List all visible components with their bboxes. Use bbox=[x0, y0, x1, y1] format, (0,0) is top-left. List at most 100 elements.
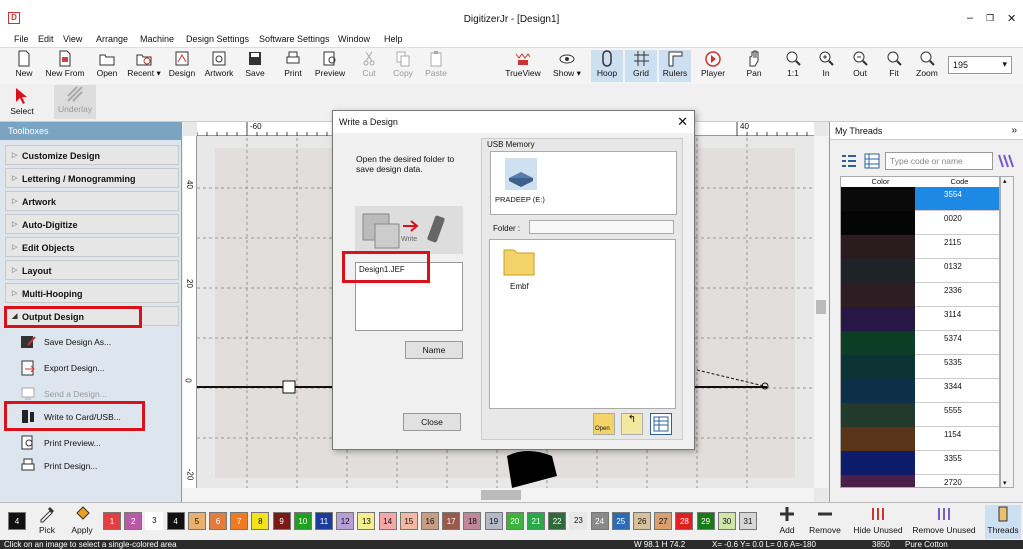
new-from-button[interactable]: New From bbox=[43, 50, 87, 82]
folder-icon[interactable] bbox=[502, 244, 536, 278]
close-icon[interactable]: ✕ bbox=[1007, 12, 1016, 25]
player-button[interactable]: Player bbox=[698, 50, 728, 82]
palette-swatch[interactable]: 27 bbox=[654, 512, 673, 530]
thread-colors-icon[interactable] bbox=[996, 152, 1016, 170]
palette-swatch[interactable]: 21 bbox=[527, 512, 545, 530]
usb-drive-icon[interactable] bbox=[503, 156, 539, 192]
hoop-button[interactable]: Hoop bbox=[591, 50, 623, 82]
palette-swatch[interactable]: 10 bbox=[293, 512, 312, 530]
preview-button[interactable]: Preview bbox=[313, 50, 347, 82]
view-details-button[interactable] bbox=[650, 413, 672, 435]
palette-swatch[interactable]: 23 bbox=[569, 512, 588, 530]
palette-swatch[interactable]: 7 bbox=[230, 512, 249, 530]
menu-help[interactable]: Help bbox=[384, 34, 403, 44]
usb-drive-name[interactable]: PRADEEP (E:) bbox=[495, 195, 545, 204]
hide-unused-button[interactable]: Hide Unused bbox=[852, 505, 904, 535]
menu-edit[interactable]: Edit bbox=[38, 34, 54, 44]
thread-row[interactable]: 2336 bbox=[841, 283, 999, 307]
open-folder-button[interactable]: Open bbox=[593, 413, 615, 435]
grid-button[interactable]: Grid bbox=[625, 50, 657, 82]
canvas-horizontal-scrollbar[interactable] bbox=[183, 488, 814, 502]
table-view-icon[interactable] bbox=[863, 152, 881, 170]
toolbox-layout[interactable]: ▷ Layout bbox=[5, 260, 179, 280]
folder-name[interactable]: Embf bbox=[510, 282, 529, 291]
palette-swatch[interactable]: 22 bbox=[548, 512, 567, 530]
thread-row[interactable]: 5555 bbox=[841, 403, 999, 427]
menu-arrange[interactable]: Arrange bbox=[96, 34, 128, 44]
palette-swatch[interactable]: 30 bbox=[717, 512, 736, 530]
palette-swatch[interactable]: 4 bbox=[166, 512, 185, 530]
palette-swatch[interactable]: 5 bbox=[187, 512, 206, 530]
palette-swatch[interactable]: 17 bbox=[442, 512, 461, 530]
add-button[interactable]: Add bbox=[776, 505, 798, 535]
print-button[interactable]: Print bbox=[280, 50, 306, 82]
thread-row[interactable]: 0132 bbox=[841, 259, 999, 283]
thread-row[interactable]: 1154 bbox=[841, 427, 999, 451]
show-button[interactable]: Show ▾ bbox=[552, 50, 582, 82]
toolbox-customize-design[interactable]: ▷ Customize Design bbox=[5, 145, 179, 165]
menu-file[interactable]: File bbox=[14, 34, 29, 44]
zoom-button[interactable]: Zoom bbox=[913, 50, 941, 82]
export-design-item[interactable]: Export Design... bbox=[16, 356, 178, 380]
folder-up-button[interactable]: ↰ bbox=[621, 413, 643, 435]
palette-swatch[interactable]: 16 bbox=[421, 512, 439, 530]
toolbox-auto-digitize[interactable]: ▷ Auto-Digitize bbox=[5, 214, 179, 234]
open-button[interactable]: Open bbox=[93, 50, 121, 82]
list-view-icon[interactable] bbox=[840, 152, 858, 170]
cut-button[interactable]: Cut bbox=[358, 50, 380, 82]
save-button[interactable]: Save bbox=[242, 50, 268, 82]
palette-swatch[interactable]: 1 bbox=[103, 512, 121, 530]
palette-swatch[interactable]: 28 bbox=[675, 512, 694, 530]
palette-swatch[interactable]: 20 bbox=[505, 512, 524, 530]
print-design-item[interactable]: Print Design... bbox=[16, 454, 178, 478]
palette-swatch[interactable]: 15 bbox=[399, 512, 418, 530]
menu-window[interactable]: Window bbox=[338, 34, 370, 44]
thread-search-input[interactable]: Type code or name bbox=[885, 152, 993, 170]
toolbox-edit-objects[interactable]: ▷ Edit Objects bbox=[5, 237, 179, 257]
palette-swatch[interactable]: 6 bbox=[209, 512, 227, 530]
thread-row[interactable]: 3355 bbox=[841, 451, 999, 475]
save-design-as-item[interactable]: Save Design As... bbox=[16, 330, 178, 354]
copy-button[interactable]: Copy bbox=[390, 50, 416, 82]
palette-swatch[interactable]: 31 bbox=[739, 512, 757, 530]
menu-machine[interactable]: Machine bbox=[140, 34, 174, 44]
usb-drive-list[interactable]: PRADEEP (E:) bbox=[490, 151, 677, 215]
palette-swatch[interactable]: 2 bbox=[124, 512, 143, 530]
zoom-out-button[interactable]: Out bbox=[848, 50, 872, 82]
palette-swatch[interactable]: 3 bbox=[145, 512, 164, 530]
folder-list[interactable]: Embf bbox=[489, 239, 676, 409]
zoom-level-field[interactable]: 195 ▾ bbox=[948, 56, 1012, 74]
restore-icon[interactable]: ❐ bbox=[986, 13, 994, 24]
thread-row[interactable]: 3554 bbox=[841, 187, 999, 211]
print-preview-item[interactable]: Print Preview... bbox=[16, 431, 178, 455]
palette-swatch[interactable]: 12 bbox=[336, 512, 355, 530]
double-chevron-right-icon[interactable]: » bbox=[1011, 125, 1017, 136]
zoom-in-button[interactable]: In bbox=[814, 50, 838, 82]
thread-row[interactable]: 2720 bbox=[841, 475, 999, 487]
palette-swatch[interactable]: 18 bbox=[463, 512, 482, 530]
artwork-button[interactable]: Artwork bbox=[202, 50, 236, 82]
thread-row[interactable]: 0020 bbox=[841, 211, 999, 235]
design-button[interactable]: Design bbox=[167, 50, 197, 82]
zoom-1to1-button[interactable]: 1:1 bbox=[781, 50, 805, 82]
minimize-icon[interactable]: – bbox=[967, 12, 973, 24]
toolbox-multi-hooping[interactable]: ▷ Multi-Hooping bbox=[5, 283, 179, 303]
thread-table-scrollbar[interactable]: ▴ ▾ bbox=[1000, 176, 1014, 488]
trueview-button[interactable]: TrueView bbox=[503, 50, 543, 82]
palette-swatch[interactable]: 29 bbox=[696, 512, 715, 530]
rulers-button[interactable]: Rulers bbox=[659, 50, 691, 82]
scrollbar-thumb[interactable] bbox=[816, 300, 826, 314]
thread-row[interactable]: 5374 bbox=[841, 331, 999, 355]
folder-path-field[interactable] bbox=[529, 220, 674, 234]
toolbox-lettering[interactable]: ▷ Lettering / Monogramming bbox=[5, 168, 179, 188]
thread-row[interactable]: 2115 bbox=[841, 235, 999, 259]
select-button[interactable]: Select bbox=[5, 87, 39, 119]
pan-button[interactable]: Pan bbox=[742, 50, 766, 82]
palette-swatch[interactable]: 11 bbox=[315, 512, 333, 530]
thread-row[interactable]: 3344 bbox=[841, 379, 999, 403]
menu-view[interactable]: View bbox=[63, 34, 82, 44]
thread-row[interactable]: 5335 bbox=[841, 355, 999, 379]
pick-button[interactable]: Pick bbox=[36, 505, 58, 535]
scrollbar-thumb[interactable] bbox=[481, 490, 521, 500]
palette-swatch[interactable]: 14 bbox=[378, 512, 397, 530]
